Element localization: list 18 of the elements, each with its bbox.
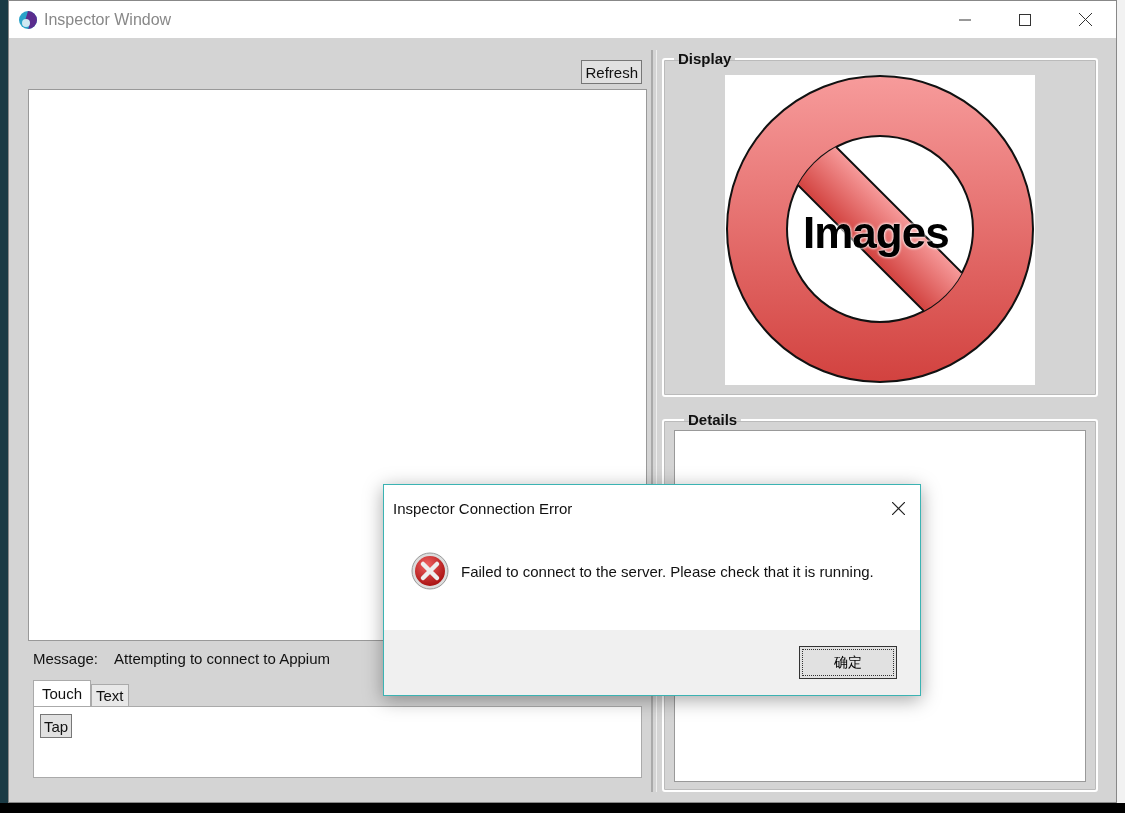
prohibition-icon [725, 75, 1035, 385]
message-text: Attempting to connect to Appium [114, 650, 330, 669]
panel-title: Display [677, 50, 733, 67]
error-message: Failed to connect to the server. Please check that it is running. [461, 562, 874, 580]
window-title: Inspector Window [44, 10, 172, 29]
panel-title: Details [687, 411, 739, 428]
tab[interactable]: Touch [33, 680, 92, 706]
dialog-title: Inspector Connection Error [393, 499, 573, 517]
close-icon[interactable] [892, 501, 905, 515]
message-label: Message: [33, 650, 99, 669]
app-logo-icon [19, 10, 37, 29]
action-button[interactable]: Tap [40, 714, 73, 738]
tab[interactable]: Text [91, 684, 129, 706]
maximize-icon[interactable] [1019, 13, 1031, 26]
refresh-button[interactable]: Refresh [581, 60, 642, 84]
ok-button[interactable]: 确定 [799, 646, 897, 679]
close-icon[interactable] [1079, 13, 1092, 26]
error-icon [411, 552, 449, 590]
